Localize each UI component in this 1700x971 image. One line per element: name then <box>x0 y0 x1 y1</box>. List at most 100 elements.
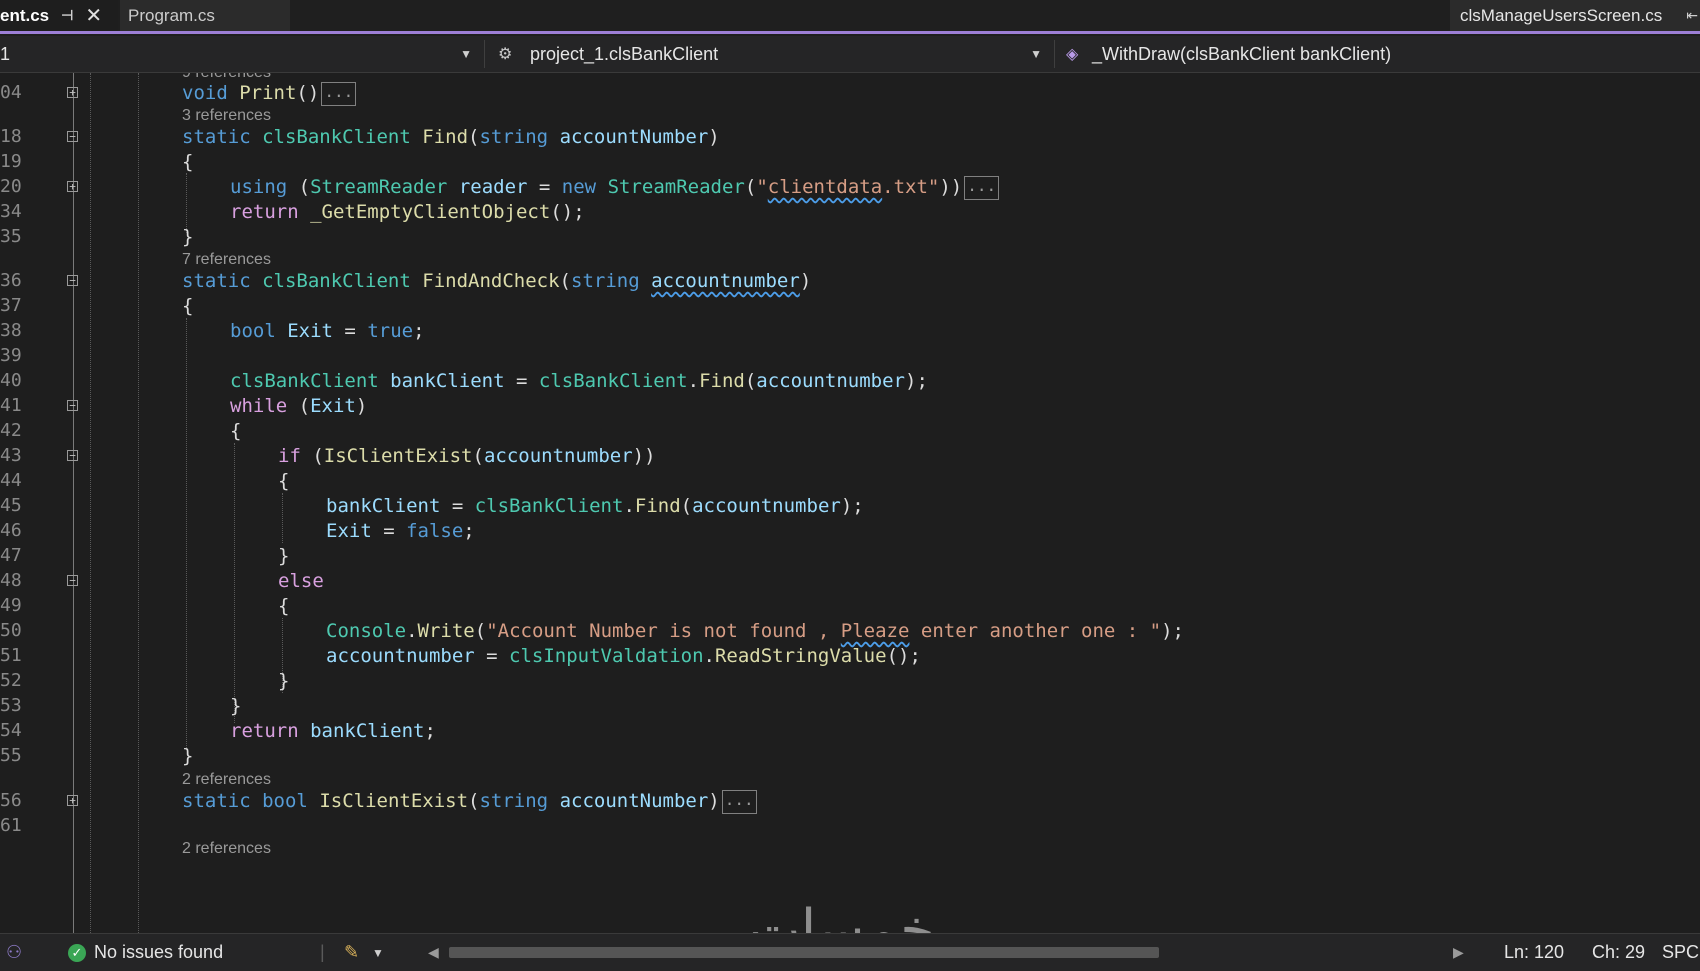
code-line: { <box>278 470 290 492</box>
indent-guide <box>234 443 235 723</box>
code-line: } <box>278 670 290 692</box>
line-number: 61 <box>0 815 22 836</box>
scrollbar-thumb[interactable] <box>449 947 1159 958</box>
code-line: if (IsClientExist(accountnumber)) <box>278 445 656 467</box>
code-line: while (Exit) <box>230 395 368 417</box>
method-lock-icon: ◈ <box>1066 46 1079 63</box>
navigation-bar: 1 ▼ ⚙ project_1.clsBankClient ▼ ◈ _WithD… <box>0 36 1700 73</box>
line-number: 40 <box>0 370 22 391</box>
class-dropdown[interactable]: ⚙ project_1.clsBankClient ▼ <box>490 36 1050 72</box>
line-number: 49 <box>0 595 22 616</box>
tab-program-cs[interactable]: Program.cs <box>120 0 290 31</box>
codelens-references[interactable]: 3 references <box>182 107 271 125</box>
collapse-icon[interactable]: − <box>67 575 78 586</box>
code-line: { <box>182 295 194 317</box>
code-line: bool Exit = true; <box>230 320 425 342</box>
code-line: } <box>278 545 290 567</box>
code-line: accountnumber = clsInputValdation.ReadSt… <box>326 645 921 667</box>
codelens-references[interactable]: 2 references <box>182 840 271 858</box>
code-line: } <box>182 745 194 767</box>
chevron-down-icon: ▼ <box>1030 47 1042 61</box>
codelens-references[interactable]: 2 references <box>182 771 271 789</box>
line-number: 56 <box>0 790 22 811</box>
horizontal-scrollbar[interactable] <box>445 944 1460 960</box>
code-line: clsBankClient bankClient = clsBankClient… <box>230 370 928 392</box>
tab-label: Program.cs <box>128 5 215 25</box>
line-number: 37 <box>0 295 22 316</box>
scroll-left-icon[interactable]: ◀ <box>428 934 439 971</box>
line-number: 52 <box>0 670 22 691</box>
divider: | <box>320 942 325 962</box>
tab-active-file[interactable]: ent.cs ⊣ ✕ <box>0 0 118 31</box>
check-circle-icon: ✓ <box>68 943 86 962</box>
code-line: return _GetEmptyClientObject(); <box>230 201 585 223</box>
code-line: Console.Write("Account Number is not fou… <box>326 620 1184 642</box>
collapsed-block[interactable]: ... <box>721 789 757 814</box>
expand-icon[interactable]: + <box>67 795 78 806</box>
collapsed-block[interactable]: ... <box>321 81 357 106</box>
copilot-icon[interactable]: ⚇ <box>6 934 22 971</box>
code-line: Exit = false; <box>326 520 475 542</box>
code-line: { <box>278 595 290 617</box>
member-dropdown[interactable]: ◈ _WithDraw(clsBankClient bankClient) <box>1060 36 1700 72</box>
line-number: 18 <box>0 126 22 147</box>
indent-guide <box>186 318 187 748</box>
class-dropdown-value: project_1.clsBankClient <box>530 43 719 64</box>
line-number: 45 <box>0 495 22 516</box>
collapse-icon[interactable]: − <box>67 275 78 286</box>
class-icon: ⚙ <box>498 46 513 63</box>
line-number: 44 <box>0 470 22 491</box>
line-number: 50 <box>0 620 22 641</box>
code-line: static bool IsClientExist(string account… <box>182 788 757 814</box>
line-number: 53 <box>0 695 22 716</box>
column-indicator[interactable]: Ch: 29 <box>1592 934 1645 971</box>
issues-label: No issues found <box>94 942 224 962</box>
tab-label: clsManageUsersScreen.cs <box>1460 5 1663 25</box>
code-line: void Print()... <box>182 80 357 106</box>
tab-overflow-icon[interactable]: ⇤ <box>1686 7 1698 24</box>
chevron-down-icon: ▼ <box>460 47 472 61</box>
chevron-down-icon[interactable]: ▼ <box>372 934 384 971</box>
code-line: bankClient = clsBankClient.Find(accountn… <box>326 495 864 517</box>
expand-icon[interactable]: + <box>67 181 78 192</box>
expand-icon[interactable]: + <box>67 87 78 98</box>
indent-guide <box>90 73 91 933</box>
code-line: else <box>278 570 324 592</box>
tab-label: ent.cs <box>0 5 50 25</box>
line-number: 51 <box>0 645 22 666</box>
scroll-right-icon[interactable]: ▶ <box>1453 934 1464 971</box>
divider <box>484 40 485 68</box>
brush-icon[interactable]: ✎ <box>344 934 359 971</box>
line-number: 34 <box>0 201 22 222</box>
line-number: 42 <box>0 420 22 441</box>
line-number: 19 <box>0 151 22 172</box>
tab-manage-users-screen[interactable]: clsManageUsersScreen.cs ⇤ <box>1450 0 1700 31</box>
line-indicator[interactable]: Ln: 120 <box>1504 934 1564 971</box>
code-editor[interactable]: 04 18 19 20 34 35 36 37 38 39 40 41 42 4… <box>0 73 1700 933</box>
indent-guide <box>282 493 283 543</box>
collapse-icon[interactable]: − <box>67 131 78 142</box>
code-line: return bankClient; <box>230 720 436 742</box>
line-number: 36 <box>0 270 22 291</box>
line-number: 46 <box>0 520 22 541</box>
pin-icon[interactable]: ⊣ <box>61 7 73 24</box>
collapse-icon[interactable]: − <box>67 400 78 411</box>
project-dropdown[interactable]: 1 ▼ <box>0 36 480 72</box>
line-number: 20 <box>0 176 22 197</box>
whitespace-indicator[interactable]: SPC <box>1662 934 1699 971</box>
collapsed-block[interactable]: ... <box>964 175 1000 200</box>
codelens-references[interactable]: 7 references <box>182 251 271 269</box>
indent-guide <box>138 73 139 933</box>
line-number: 41 <box>0 395 22 416</box>
line-number: 04 <box>0 82 22 103</box>
status-bar: ⚇ ✓ No issues found | ✎ ▼ ◀ ▶ Ln: 120 Ch… <box>0 933 1700 971</box>
code-line: using (StreamReader reader = new StreamR… <box>230 174 1000 200</box>
code-line: static clsBankClient Find(string account… <box>182 126 720 148</box>
collapse-icon[interactable]: − <box>67 450 78 461</box>
code-line: { <box>182 151 194 173</box>
issues-indicator[interactable]: ✓ No issues found <box>68 934 223 971</box>
line-number: 38 <box>0 320 22 341</box>
line-number: 35 <box>0 226 22 247</box>
close-icon[interactable]: ✕ <box>85 3 102 28</box>
code-line: } <box>182 226 194 248</box>
